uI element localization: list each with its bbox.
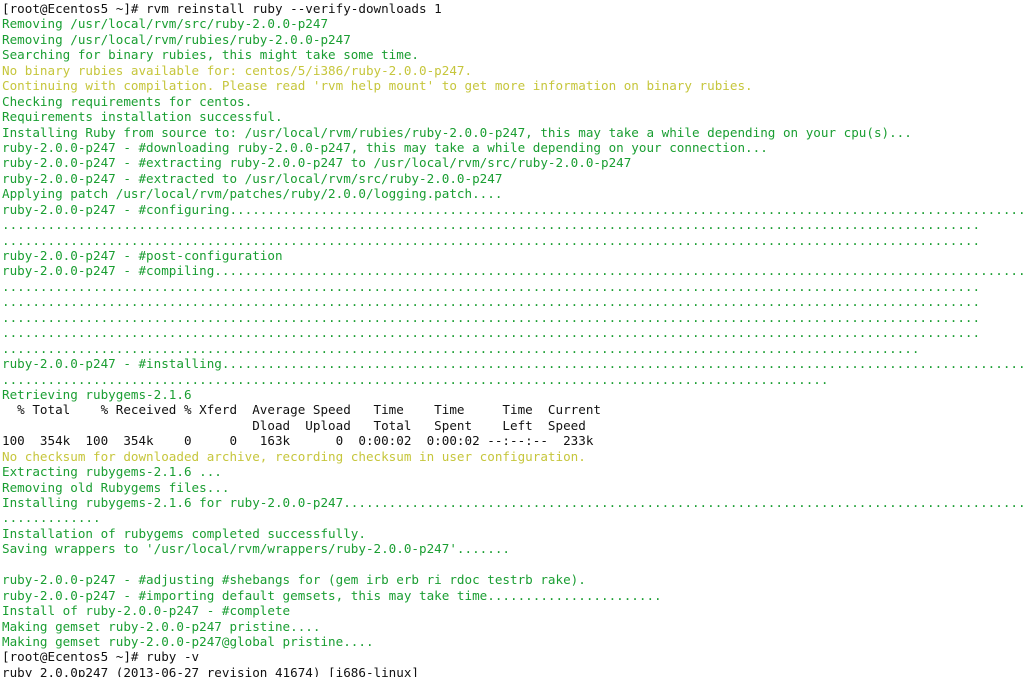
terminal-line: Continuing with compilation. Please read… xyxy=(2,78,753,94)
terminal-line: ........................................… xyxy=(2,325,981,341)
terminal-line: ruby-2.0.0-p247 - #downloading ruby-2.0.… xyxy=(2,139,768,155)
terminal-line: [root@Ecentos5 ~]# rvm reinstall ruby --… xyxy=(2,1,442,16)
terminal-line: Saving wrappers to '/usr/local/rvm/wrapp… xyxy=(2,541,510,557)
terminal-line: ........................................… xyxy=(2,371,829,387)
terminal-line: Requirements installation successful. xyxy=(2,109,283,125)
terminal-line: Making gemset ruby-2.0.0-p247 pristine..… xyxy=(2,618,321,634)
terminal-line: ruby-2.0.0-p247 - #post-configuration xyxy=(2,248,283,263)
terminal-line: Removing old Rubygems files... xyxy=(2,479,230,495)
terminal-line: Dload Upload Total Spent Left Speed xyxy=(2,417,586,433)
terminal-line: ruby-2.0.0-p247 - #compiling............… xyxy=(2,263,1024,279)
terminal-line: 100 354k 100 354k 0 0 163k 0 0:00:02 0:0… xyxy=(2,433,594,449)
terminal-line: ruby-2.0.0-p247 - #importing default gem… xyxy=(2,587,662,603)
terminal-line: Making gemset ruby-2.0.0-p247@global pri… xyxy=(2,633,374,649)
terminal-line: ........................................… xyxy=(2,309,981,325)
terminal-line: ........................................… xyxy=(2,232,981,248)
terminal-line: ruby 2.0.0p247 (2013-06-27 revision 4167… xyxy=(2,664,420,677)
terminal-line: ruby-2.0.0-p247 - #extracting ruby-2.0.0… xyxy=(2,155,632,171)
terminal-line: % Total % Received % Xferd Average Speed… xyxy=(2,402,601,418)
terminal-line: Searching for binary rubies, this might … xyxy=(2,47,420,63)
terminal-line: Installing Ruby from source to: /usr/loc… xyxy=(2,124,912,140)
terminal-line: Removing /usr/local/rvm/src/ruby-2.0.0-p… xyxy=(2,16,329,32)
terminal-line: ........................................… xyxy=(2,217,981,233)
terminal-window[interactable]: [root@Ecentos5 ~]# rvm reinstall ruby --… xyxy=(0,0,1024,677)
terminal-line: ........................................… xyxy=(2,294,981,310)
terminal-line: Checking requirements for centos. xyxy=(2,93,253,109)
terminal-line: No binary rubies available for: centos/5… xyxy=(2,62,473,78)
terminal-line: Install of ruby-2.0.0-p247 - #complete xyxy=(2,603,291,619)
terminal-line: No checksum for downloaded archive, reco… xyxy=(2,448,586,464)
terminal-line: Installing rubygems-2.1.6 for ruby-2.0.0… xyxy=(2,495,1024,510)
terminal-line: ........................................… xyxy=(2,340,920,356)
terminal-line: Removing /usr/local/rvm/rubies/ruby-2.0.… xyxy=(2,31,351,47)
terminal-line: ruby-2.0.0-p247 - #installing...........… xyxy=(2,356,1024,372)
terminal-line: [root@Ecentos5 ~]# ruby -v xyxy=(2,649,200,665)
terminal-line: Applying patch /usr/local/rvm/patches/ru… xyxy=(2,186,503,202)
terminal-line: Extracting rubygems-2.1.6 ... xyxy=(2,464,222,480)
terminal-line: ruby-2.0.0-p247 - #extracted to /usr/loc… xyxy=(2,170,503,186)
terminal-line: Retrieving rubygems-2.1.6 xyxy=(2,386,192,402)
terminal-line: Installation of rubygems completed succe… xyxy=(2,525,366,541)
terminal-line: ruby-2.0.0-p247 - #configuring..........… xyxy=(2,201,1024,217)
terminal-line: ruby-2.0.0-p247 - #adjusting #shebangs f… xyxy=(2,572,586,588)
terminal-line: ............. xyxy=(2,510,101,526)
terminal-line: ........................................… xyxy=(2,278,981,294)
